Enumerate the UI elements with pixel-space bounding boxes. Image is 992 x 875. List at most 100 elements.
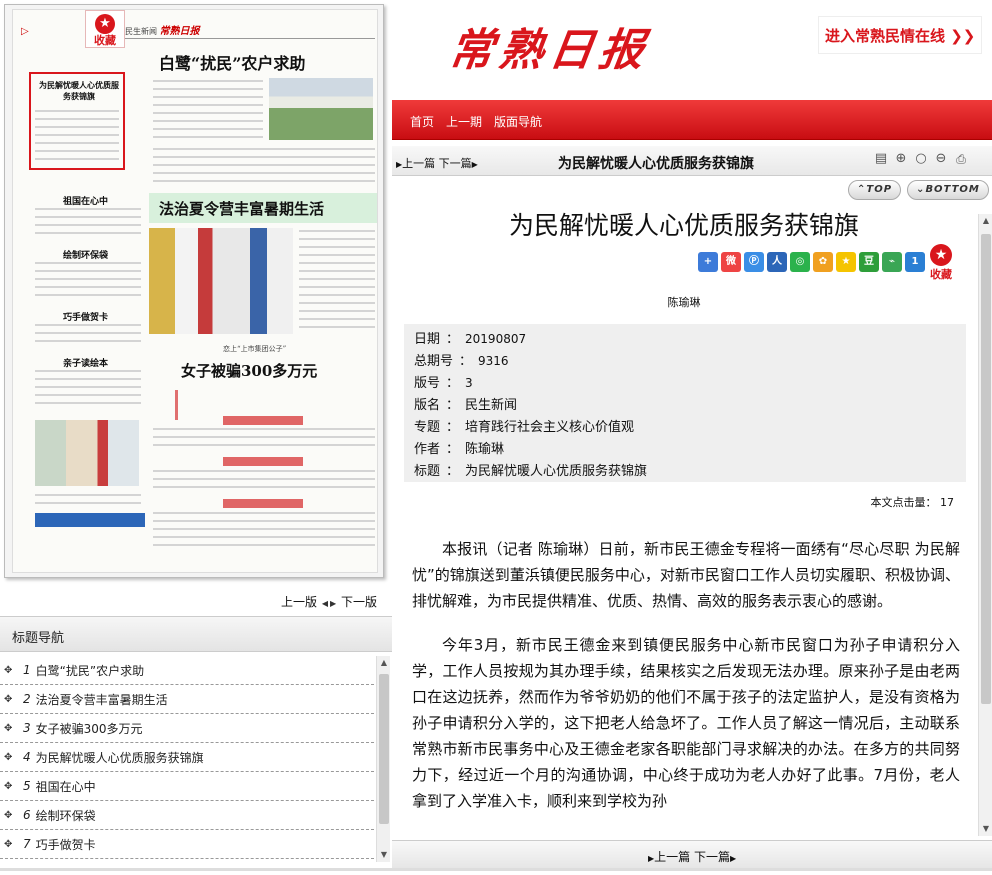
- zoom-in-icon[interactable]: ⊕: [892, 150, 910, 168]
- nav-item-title[interactable]: 绘制环保袋: [36, 807, 96, 824]
- nav-layout-link[interactable]: 版面导航: [494, 113, 542, 130]
- nav-prev-issue-link[interactable]: 上一期: [446, 113, 482, 130]
- toolbar-article-title: 为民解忧暖人心优质服务获锦旗: [558, 156, 754, 172]
- nav-item-title[interactable]: 女子被骗300多万元: [36, 720, 143, 737]
- paper-headline-7[interactable]: 巧手做贺卡: [63, 310, 108, 323]
- share-more-icon[interactable]: +: [698, 252, 718, 272]
- scroll-up-icon[interactable]: ▲: [979, 214, 992, 228]
- text-line: [299, 302, 375, 304]
- meta-value: 为民解忧暖人心优质服务获锦旗: [465, 464, 648, 479]
- paper-headline-2[interactable]: 法治夏令营丰富暑期生活: [159, 198, 324, 219]
- paper-headline-5[interactable]: 祖国在心中: [63, 194, 108, 207]
- scroll-up-icon[interactable]: ▲: [377, 656, 391, 670]
- share-baidu-icon[interactable]: 1: [905, 252, 925, 272]
- caret-right-icon[interactable]: ▶: [330, 599, 336, 608]
- minqing-online-link[interactable]: 进入常熟民情在线 ❯❯: [818, 16, 982, 54]
- article-favorite[interactable]: ★ 收藏: [930, 244, 952, 282]
- text-line: [153, 112, 263, 114]
- paper-headline-1[interactable]: 白鹭“扰民”农户求助: [159, 50, 305, 74]
- share-tqq-icon[interactable]: ✿: [813, 252, 833, 272]
- nav-item-title[interactable]: 为民解忧暖人心优质服务获锦旗: [36, 749, 204, 766]
- nav-item[interactable]: ✥ 1 白鹭“扰民”农户求助: [0, 656, 374, 685]
- bottom-prev-article-link[interactable]: 上一篇: [654, 850, 690, 864]
- scroll-thumb[interactable]: [379, 674, 389, 824]
- paper-headline-3[interactable]: 女子被骗300多万元: [181, 360, 317, 381]
- masthead-divider: [125, 38, 375, 39]
- share-renren-icon[interactable]: 人: [767, 252, 787, 272]
- nav-item[interactable]: ✥ 5 祖国在心中: [0, 772, 374, 801]
- paper-headline-8[interactable]: 亲子读绘本: [63, 356, 108, 369]
- divider: [0, 868, 392, 871]
- article-author: 陈瑜琳: [667, 296, 701, 309]
- nav-item-number: 6: [23, 808, 31, 822]
- notepad-icon[interactable]: ▤: [872, 150, 890, 168]
- nav-home-link[interactable]: 首页: [410, 113, 434, 130]
- nav-item-title[interactable]: 巧手做贺卡: [36, 836, 96, 853]
- nav-item[interactable]: ✥ 3 女子被骗300多万元: [0, 714, 374, 743]
- share-douban-icon[interactable]: 豆: [859, 252, 879, 272]
- diamond-bullet-icon: ✥: [4, 809, 13, 821]
- diamond-bullet-icon: ✥: [4, 693, 13, 705]
- meta-row-page: 版号： 3: [414, 372, 966, 394]
- newspaper-page-thumbnail[interactable]: ▷ ★ 收藏 民生新闻 常熟日报 白鹭“扰民”农户求助 为民解忧暖人心优质服务获…: [4, 4, 384, 578]
- paper-headline-6[interactable]: 绘制环保袋: [63, 248, 108, 261]
- scroll-down-icon[interactable]: ▼: [377, 848, 391, 862]
- text-line: [35, 324, 141, 326]
- share-wechat-icon[interactable]: ◎: [790, 252, 810, 272]
- text-line: [153, 478, 375, 480]
- title-nav-heading: 标题导航: [12, 631, 65, 646]
- title-nav-list: ✥ 1 白鹭“扰民”农户求助 ✥ 2 法治夏令营丰富暑期生活 ✥ 3 女子被骗3…: [0, 656, 374, 862]
- text-line: [153, 88, 263, 90]
- nav-item[interactable]: ✥ 7 巧手做贺卡: [0, 830, 374, 859]
- scroll-thumb[interactable]: [981, 234, 991, 704]
- nav-item-title[interactable]: 祖国在心中: [36, 778, 96, 795]
- text-line: [153, 428, 375, 430]
- expand-arrow-icon[interactable]: ▷: [21, 26, 29, 37]
- nav-item[interactable]: ✥ 4 为民解忧暖人心优质服务获锦旗: [0, 743, 374, 772]
- prev-article-link[interactable]: 上一篇: [402, 157, 435, 170]
- scroll-down-icon[interactable]: ▼: [979, 822, 992, 836]
- share-feixin-icon[interactable]: ⌁: [882, 252, 902, 272]
- nav-item[interactable]: ✥ 6 绘制环保袋: [0, 801, 374, 830]
- newspaper-page-image[interactable]: ▷ ★ 收藏 民生新闻 常熟日报 白鹭“扰民”农户求助 为民解忧暖人心优质服务获…: [12, 9, 378, 573]
- site-logo[interactable]: 常熟日报: [446, 14, 655, 78]
- click-count: 本文点击量： 17: [871, 494, 955, 510]
- text-line: [153, 536, 375, 538]
- bottom-next-article-link[interactable]: 下一篇: [694, 850, 730, 864]
- top-button[interactable]: ⌃TOP: [848, 180, 902, 200]
- text-line: [35, 386, 141, 388]
- next-page-link[interactable]: 下一版: [341, 595, 377, 609]
- bottom-button[interactable]: ⌄BOTTOM: [907, 180, 989, 200]
- text-line: [299, 254, 375, 256]
- meta-key: 版名: [414, 398, 441, 413]
- article-body: 本报讯（记者 陈瑜琳）日前，新市民王德金专程将一面绣有“尽心尽职 为民解忧”的锦…: [412, 536, 960, 832]
- text-line: [35, 502, 141, 504]
- diamond-bullet-icon: ✥: [4, 664, 13, 676]
- text-line: [35, 294, 141, 296]
- prev-page-link[interactable]: 上一版: [281, 595, 317, 609]
- text-line: [35, 402, 141, 404]
- nav-item[interactable]: ✥ 2 法治夏令营丰富暑期生活: [0, 685, 374, 714]
- favorite-badge[interactable]: ★ 收藏: [85, 10, 125, 48]
- text-line: [35, 378, 141, 380]
- caret-left-icon[interactable]: ◀: [322, 599, 328, 608]
- share-kaixin-icon[interactable]: ★: [836, 252, 856, 272]
- meta-row-section: 版名：民生新闻: [414, 394, 966, 416]
- zoom-reset-icon[interactable]: ○: [912, 150, 930, 168]
- nav-item-title[interactable]: 白鹭“扰民”农户求助: [36, 662, 144, 679]
- nav-scrollbar[interactable]: ▲ ▼: [376, 656, 390, 862]
- paper-subbanner-1: [223, 416, 303, 425]
- share-bar: + 微 Ⓟ 人 ◎ ✿ ★ 豆 ⌁ 1: [698, 252, 925, 272]
- article-meta: 日期： 20190807 总期号： 9316 版号： 3 版名：民生新闻 专题：培育践…: [404, 324, 966, 482]
- next-article-link[interactable]: 下一篇: [439, 157, 472, 170]
- print-icon[interactable]: ⎙: [952, 150, 970, 168]
- text-line: [299, 318, 375, 320]
- share-qzone-icon[interactable]: Ⓟ: [744, 252, 764, 272]
- page: ▷ ★ 收藏 民生新闻 常熟日报 白鹭“扰民”农户求助 为民解忧暖人心优质服务获…: [0, 0, 992, 875]
- paper-subbanner-3: [223, 499, 303, 508]
- share-weibo-icon[interactable]: 微: [721, 252, 741, 272]
- zoom-out-icon[interactable]: ⊖: [932, 150, 950, 168]
- article-scrollbar[interactable]: ▲ ▼: [978, 214, 992, 836]
- nav-item-title[interactable]: 法治夏令营丰富暑期生活: [36, 691, 168, 708]
- text-line: [35, 394, 141, 396]
